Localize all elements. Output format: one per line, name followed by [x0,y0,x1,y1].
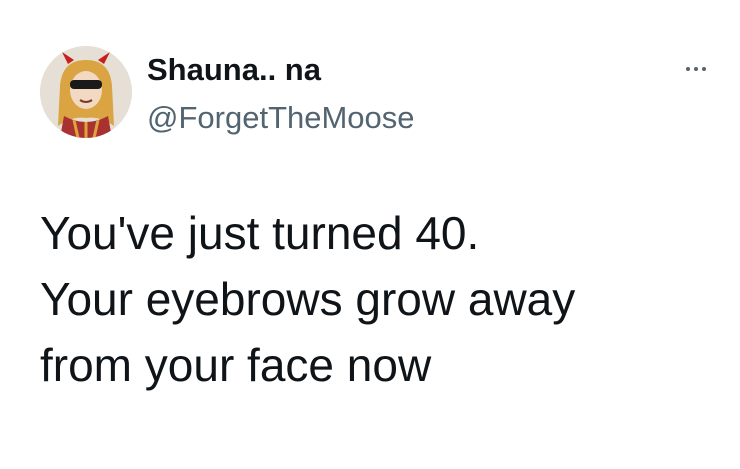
tweet-text: You've just turned 40. Your eyebrows gro… [40,200,720,398]
author-avatar[interactable] [40,46,132,138]
dot [686,67,690,71]
dot [694,67,698,71]
author-handle[interactable]: @ForgetTheMoose [147,100,415,136]
tweet-card: Shauna.. na @ForgetTheMoose You've just … [0,0,740,469]
tweet-text-line: from your face now [40,339,432,391]
more-options-icon[interactable] [676,56,716,82]
author-display-name[interactable]: Shauna.. na [147,52,321,88]
tweet-text-line: You've just turned 40. [40,207,480,259]
dot [702,67,706,71]
tweet-text-line: Your eyebrows grow away [40,273,576,325]
avatar-image [40,46,132,138]
